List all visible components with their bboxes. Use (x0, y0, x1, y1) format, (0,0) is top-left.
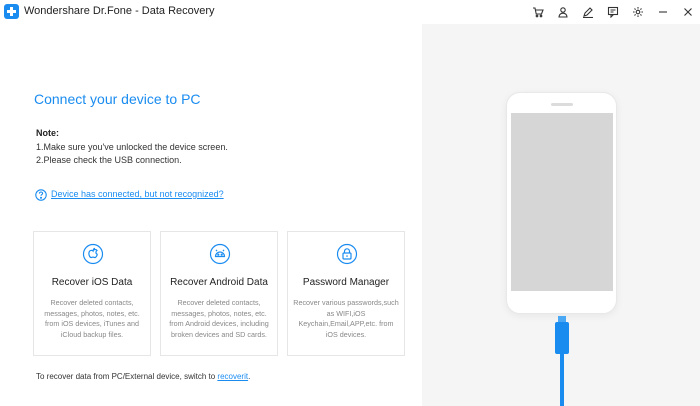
phone-illustration (506, 92, 617, 314)
card-title: Recover iOS Data (51, 277, 133, 288)
settings-icon[interactable] (625, 0, 650, 24)
recover-ios-card[interactable]: Recover iOS Data Recover deleted contact… (33, 231, 151, 356)
title-bar-actions (525, 0, 700, 24)
card-title: Password Manager (302, 277, 390, 288)
card-title: Recover Android Data (170, 277, 268, 288)
app-logo-icon (4, 4, 19, 19)
cart-icon[interactable] (525, 0, 550, 24)
apple-icon (82, 243, 104, 265)
phone-screen (511, 113, 613, 291)
card-description: Recover deleted contacts, messages, phot… (44, 298, 140, 339)
edit-icon[interactable] (575, 0, 600, 24)
app-title: Wondershare Dr.Fone - Data Recovery (24, 5, 215, 17)
help-icon[interactable] (35, 189, 47, 201)
lock-icon (336, 243, 358, 265)
close-icon[interactable] (675, 0, 700, 24)
note-line-usb: 2.Please check the USB connection. (36, 155, 182, 165)
footer-note: To recover data from PC/External device,… (36, 372, 250, 381)
note-line-unlock: 1.Make sure you've unlocked the device s… (36, 142, 228, 152)
android-icon (209, 243, 231, 265)
recoverit-link[interactable]: recoverit (217, 372, 248, 381)
card-description: Recover deleted contacts, messages, phot… (169, 298, 269, 339)
device-not-recognized-link[interactable]: Device has connected, but not recognized… (51, 189, 224, 199)
feedback-icon[interactable] (600, 0, 625, 24)
password-manager-card[interactable]: Password Manager Recover various passwor… (287, 231, 405, 356)
footer-text: To recover data from PC/External device,… (36, 372, 218, 381)
page-title: Connect your device to PC (34, 91, 201, 107)
minimize-icon[interactable] (650, 0, 675, 24)
note-title: Note: (36, 128, 59, 138)
user-icon[interactable] (550, 0, 575, 24)
usb-plug-icon (555, 316, 569, 354)
phone-speaker (551, 103, 573, 106)
recover-android-card[interactable]: Recover Android Data Recover deleted con… (160, 231, 278, 356)
footer-end: . (248, 372, 251, 381)
title-bar: Wondershare Dr.Fone - Data Recovery (0, 0, 700, 24)
usb-cable (560, 354, 564, 406)
card-description: Recover various passwords,such as WIFI,i… (293, 298, 399, 339)
